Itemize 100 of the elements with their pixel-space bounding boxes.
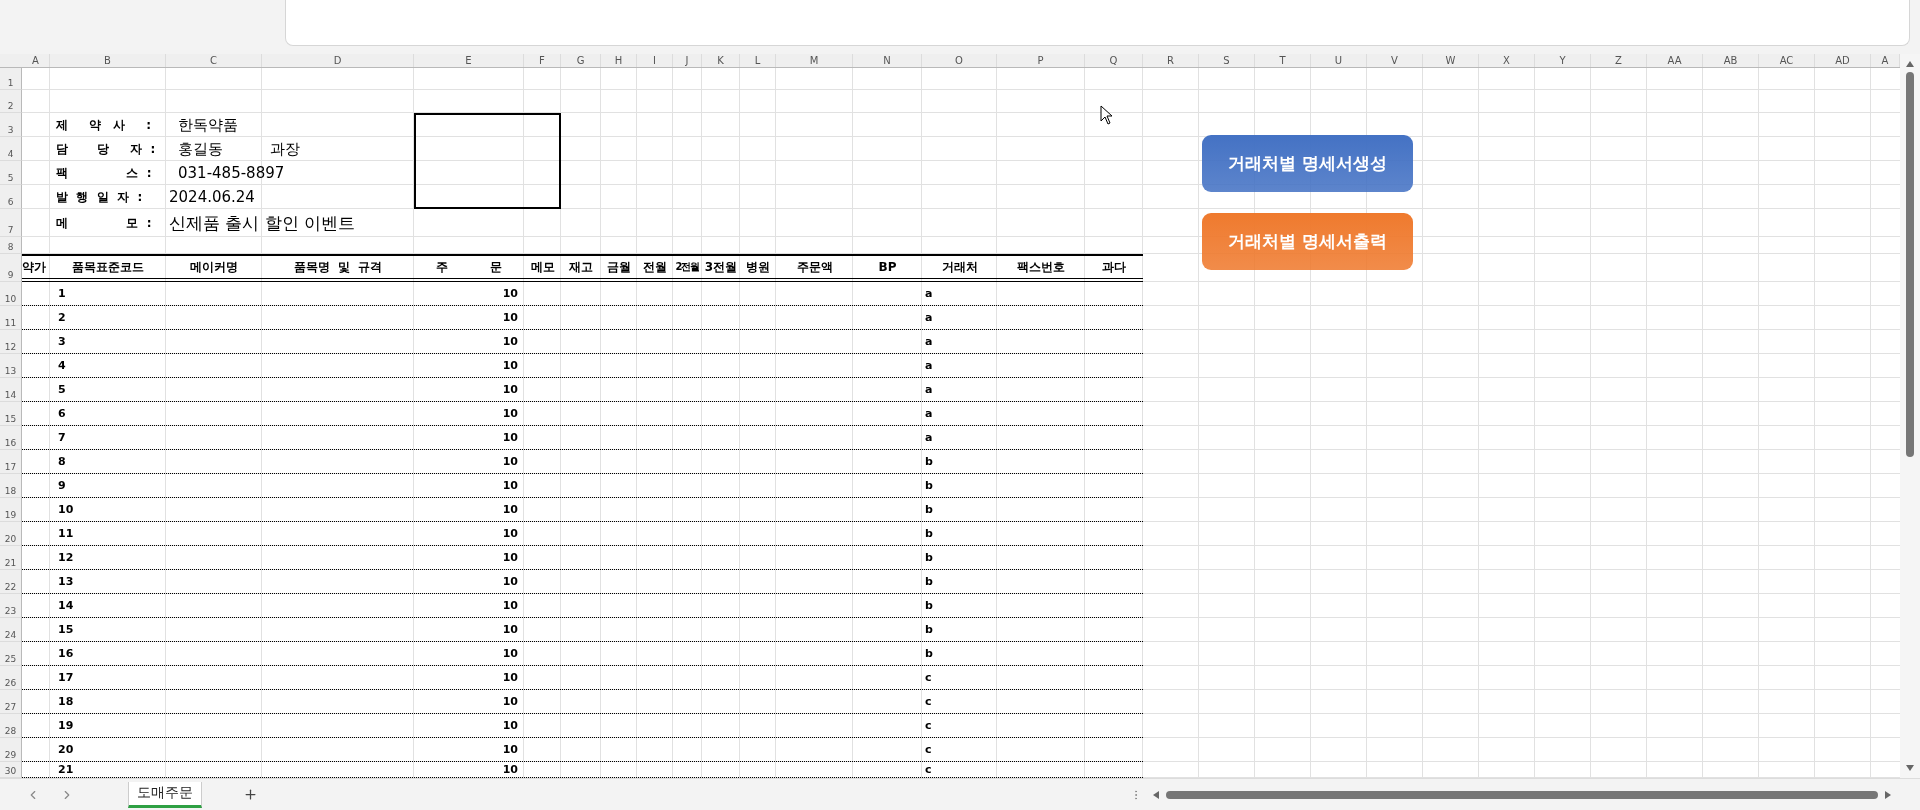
scroll-right-icon[interactable] [1884,789,1892,800]
column-header[interactable]: Q [1085,54,1143,67]
row-header[interactable]: 23 [0,594,22,618]
table-cell-text: b [924,622,934,638]
field-label: 메 모 : [55,214,153,232]
column-header[interactable]: W [1423,54,1479,67]
table-cell-text: 10 [501,598,519,614]
row-header[interactable]: 29 [0,738,22,762]
row-header[interactable]: 20 [0,522,22,546]
column-header[interactable]: B [50,54,166,67]
row-header[interactable]: 19 [0,498,22,522]
column-header[interactable]: C [166,54,262,67]
scroll-up-icon[interactable] [1905,60,1915,68]
column-header[interactable]: T [1255,54,1311,67]
field-value: 홍길동 [177,138,224,160]
action-button[interactable]: 거래처별 명세서생성 [1202,135,1413,192]
table-cell-text: 17 [57,670,75,686]
row-header[interactable]: 22 [0,570,22,594]
column-header[interactable]: F [524,54,561,67]
column-header[interactable]: G [561,54,601,67]
table-cell-text: b [924,454,934,470]
row-header[interactable]: 1 [0,68,22,90]
row-header[interactable]: 30 [0,762,22,778]
table-cell-text: b [924,478,934,494]
table-cell-text: 11 [57,526,75,542]
column-header[interactable]: R [1143,54,1199,67]
column-header[interactable]: Y [1535,54,1591,67]
row-header[interactable]: 6 [0,185,22,209]
row-header[interactable]: 28 [0,714,22,738]
table-cell-text: 10 [501,454,519,470]
row-header[interactable]: 27 [0,690,22,714]
column-title: 금월 [601,254,637,282]
column-header[interactable]: A [22,54,50,67]
column-title: 전월 [637,254,673,282]
sheet-tab[interactable]: 도매주문 [128,781,202,808]
column-title: 재고 [561,254,601,282]
row-header[interactable]: 11 [0,306,22,330]
column-header[interactable]: I [637,54,673,67]
column-title: 메이커명 [166,254,262,282]
row-header[interactable]: 10 [0,282,22,306]
column-title: 2전월 [673,254,702,282]
column-header[interactable]: P [997,54,1085,67]
table-cell-text: b [924,646,934,662]
scroll-thumb[interactable] [1906,72,1914,457]
row-header[interactable]: 18 [0,474,22,498]
row-header[interactable]: 26 [0,666,22,690]
row-header[interactable]: 4 [0,137,22,161]
column-title: 거래처 [922,254,997,282]
column-header[interactable]: V [1367,54,1423,67]
row-header[interactable]: 24 [0,618,22,642]
table-cell-text: 8 [57,454,67,470]
row-header[interactable]: 8 [0,237,22,254]
column-header[interactable]: L [740,54,776,67]
scroll-thumb[interactable] [1166,790,1878,799]
row-header[interactable]: 12 [0,330,22,354]
table-cell-text: a [924,406,934,422]
column-header[interactable]: U [1311,54,1367,67]
column-header[interactable]: D [262,54,414,67]
row-header[interactable]: 3 [0,113,22,137]
row-header[interactable]: 2 [0,90,22,113]
table-cell-text: 10 [501,762,519,777]
table-cell-text: 10 [501,310,519,326]
scroll-left-icon[interactable] [1152,789,1160,800]
field-label: 제 약 사 : [55,116,153,134]
column-header[interactable]: Z [1591,54,1647,67]
column-header[interactable]: AC [1759,54,1815,67]
column-header[interactable]: H [601,54,637,67]
table-cell-text: a [924,382,934,398]
column-header[interactable]: M [776,54,853,67]
column-header[interactable]: J [673,54,702,67]
row-header[interactable]: 13 [0,354,22,378]
row-header[interactable]: 7 [0,209,22,237]
row-header[interactable]: 14 [0,378,22,402]
table-cell-text: 10 [501,718,519,734]
table-cell-text: 7 [57,430,67,446]
row-header[interactable]: 25 [0,642,22,666]
row-header[interactable]: 16 [0,426,22,450]
column-header[interactable]: O [922,54,997,67]
column-title: 메모 [524,254,561,282]
column-header[interactable]: S [1199,54,1255,67]
scroll-down-icon[interactable] [1905,764,1915,772]
row-header[interactable]: 21 [0,546,22,570]
column-header[interactable]: K [702,54,740,67]
column-header[interactable]: AD [1815,54,1871,67]
row-header[interactable]: 17 [0,450,22,474]
column-header[interactable]: N [853,54,922,67]
table-cell-text: 16 [57,646,75,662]
row-header[interactable]: 15 [0,402,22,426]
column-header[interactable]: E [414,54,524,67]
table-cell-text: 13 [57,574,75,590]
column-title: 팩스번호 [997,254,1085,282]
table-cell-text: 10 [501,622,519,638]
column-header[interactable]: X [1479,54,1535,67]
table-cell-text: c [924,718,933,734]
column-header[interactable]: AA [1647,54,1703,67]
column-header[interactable]: AB [1703,54,1759,67]
table-cell-text: 10 [501,382,519,398]
row-header[interactable]: 9 [0,254,22,282]
field-value: 한독약품 [177,114,239,136]
row-header[interactable]: 5 [0,161,22,185]
